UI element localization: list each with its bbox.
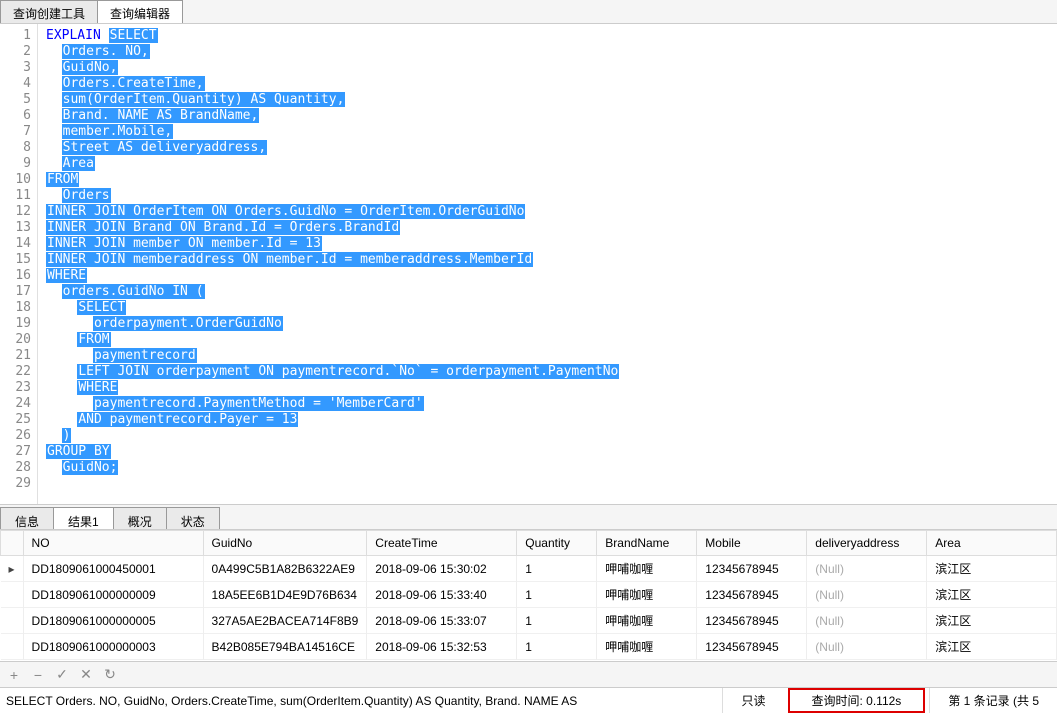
code-line[interactable] [46, 476, 1057, 492]
column-header[interactable]: Mobile [697, 531, 807, 556]
cell[interactable]: B42B085E794BA14516CE [203, 634, 367, 660]
status-query-time: 查询时间: 0.112s [788, 688, 926, 713]
column-header[interactable]: BrandName [597, 531, 697, 556]
code-line[interactable]: INNER JOIN Brand ON Brand.Id = Orders.Br… [46, 220, 1057, 236]
code-line[interactable]: Brand. NAME AS BrandName, [46, 108, 1057, 124]
cell[interactable]: 0A499C5B1A82B6322AE9 [203, 556, 367, 582]
cell[interactable]: (Null) [807, 556, 927, 582]
cell[interactable]: (Null) [807, 608, 927, 634]
cell[interactable]: 1 [517, 608, 597, 634]
tab-result1[interactable]: 结果1 [53, 507, 114, 529]
tab-query-editor[interactable]: 查询编辑器 [97, 0, 183, 23]
code-line[interactable]: FROM [46, 172, 1057, 188]
status-bar: SELECT Orders. NO, GuidNo, Orders.Create… [0, 687, 1057, 713]
table-row[interactable]: DD1809061000000005327A5AE2BACEA714F8B920… [1, 608, 1057, 634]
code-line[interactable]: FROM [46, 332, 1057, 348]
cell[interactable]: 滨江区 [927, 582, 1057, 608]
cell[interactable]: 2018-09-06 15:33:40 [367, 582, 517, 608]
code-line[interactable]: Orders. NO, [46, 44, 1057, 60]
cell[interactable]: 滨江区 [927, 556, 1057, 582]
column-header[interactable]: CreateTime [367, 531, 517, 556]
cell[interactable]: 2018-09-06 15:32:53 [367, 634, 517, 660]
cell[interactable]: 1 [517, 556, 597, 582]
cell[interactable]: 呷哺咖喱 [597, 556, 697, 582]
code-line[interactable]: GuidNo, [46, 60, 1057, 76]
cell[interactable]: (Null) [807, 634, 927, 660]
table-row[interactable]: ▸DD18090610004500010A499C5B1A82B6322AE92… [1, 556, 1057, 582]
apply-button[interactable]: ✓ [54, 666, 70, 683]
code-line[interactable]: GROUP BY [46, 444, 1057, 460]
cell[interactable]: 12345678945 [697, 556, 807, 582]
grid-header-row: NOGuidNoCreateTimeQuantityBrandNameMobil… [1, 531, 1057, 556]
cell[interactable]: 12345678945 [697, 608, 807, 634]
code-line[interactable]: INNER JOIN member ON member.Id = 13 [46, 236, 1057, 252]
cell[interactable]: 2018-09-06 15:33:07 [367, 608, 517, 634]
tab-query-creator[interactable]: 查询创建工具 [0, 0, 98, 23]
cell[interactable]: (Null) [807, 582, 927, 608]
grid-toolbar: + − ✓ ✕ ↻ [0, 661, 1057, 687]
line-number-gutter: 1234567891011121314151617181920212223242… [0, 24, 38, 504]
cell[interactable]: 1 [517, 582, 597, 608]
column-header[interactable]: deliveryaddress [807, 531, 927, 556]
code-line[interactable]: EXPLAIN SELECT [46, 28, 1057, 44]
tab-status[interactable]: 状态 [166, 507, 220, 529]
table-row[interactable]: DD1809061000000003B42B085E794BA14516CE20… [1, 634, 1057, 660]
tab-profile[interactable]: 概况 [113, 507, 167, 529]
column-header[interactable]: NO [23, 531, 203, 556]
status-sql: SELECT Orders. NO, GuidNo, Orders.Create… [0, 694, 722, 708]
refresh-button[interactable]: ↻ [102, 666, 118, 683]
code-line[interactable]: Orders [46, 188, 1057, 204]
cell[interactable]: DD1809061000450001 [23, 556, 203, 582]
editor-tabs: 查询创建工具 查询编辑器 [0, 0, 1057, 24]
cell[interactable]: 1 [517, 634, 597, 660]
sql-editor[interactable]: 1234567891011121314151617181920212223242… [0, 24, 1057, 504]
code-line[interactable]: INNER JOIN OrderItem ON Orders.GuidNo = … [46, 204, 1057, 220]
cell[interactable]: DD1809061000000005 [23, 608, 203, 634]
cell[interactable]: 滨江区 [927, 608, 1057, 634]
code-line[interactable]: AND paymentrecord.Payer = 13 [46, 412, 1057, 428]
code-line[interactable]: Street AS deliveryaddress, [46, 140, 1057, 156]
code-line[interactable]: SELECT [46, 300, 1057, 316]
column-header[interactable]: GuidNo [203, 531, 367, 556]
cell[interactable]: DD1809061000000009 [23, 582, 203, 608]
column-header[interactable]: Area [927, 531, 1057, 556]
result-grid[interactable]: NOGuidNoCreateTimeQuantityBrandNameMobil… [0, 530, 1057, 661]
code-line[interactable]: member.Mobile, [46, 124, 1057, 140]
status-record: 第 1 条记录 (共 5 [929, 688, 1057, 713]
code-line[interactable]: paymentrecord.PaymentMethod = 'MemberCar… [46, 396, 1057, 412]
code-line[interactable]: INNER JOIN memberaddress ON member.Id = … [46, 252, 1057, 268]
cell[interactable]: DD1809061000000003 [23, 634, 203, 660]
result-tabs: 信息 结果1 概况 状态 [0, 504, 1057, 530]
sql-code-area[interactable]: EXPLAIN SELECT Orders. NO, GuidNo, Order… [38, 24, 1057, 504]
cell[interactable]: 呷哺咖喱 [597, 634, 697, 660]
code-line[interactable]: WHERE [46, 268, 1057, 284]
code-line[interactable]: WHERE [46, 380, 1057, 396]
code-line[interactable]: GuidNo; [46, 460, 1057, 476]
cell[interactable]: 呷哺咖喱 [597, 608, 697, 634]
table-row[interactable]: DD180906100000000918A5EE6B1D4E9D76B63420… [1, 582, 1057, 608]
cell[interactable]: 滨江区 [927, 634, 1057, 660]
status-readonly: 只读 [722, 688, 783, 713]
code-line[interactable]: paymentrecord [46, 348, 1057, 364]
code-line[interactable]: orderpayment.OrderGuidNo [46, 316, 1057, 332]
tab-info[interactable]: 信息 [0, 507, 54, 529]
cell[interactable]: 12345678945 [697, 582, 807, 608]
cell[interactable]: 12345678945 [697, 634, 807, 660]
cell[interactable]: 18A5EE6B1D4E9D76B634 [203, 582, 367, 608]
code-line[interactable]: LEFT JOIN orderpayment ON paymentrecord.… [46, 364, 1057, 380]
cell[interactable]: 327A5AE2BACEA714F8B9 [203, 608, 367, 634]
cell[interactable]: 2018-09-06 15:30:02 [367, 556, 517, 582]
code-line[interactable]: orders.GuidNo IN ( [46, 284, 1057, 300]
code-line[interactable]: sum(OrderItem.Quantity) AS Quantity, [46, 92, 1057, 108]
delete-row-button[interactable]: − [30, 667, 46, 683]
column-header[interactable]: Quantity [517, 531, 597, 556]
code-line[interactable]: ) [46, 428, 1057, 444]
code-line[interactable]: Orders.CreateTime, [46, 76, 1057, 92]
cancel-button[interactable]: ✕ [78, 666, 94, 683]
code-line[interactable]: Area [46, 156, 1057, 172]
cell[interactable]: 呷哺咖喱 [597, 582, 697, 608]
add-row-button[interactable]: + [6, 667, 22, 683]
